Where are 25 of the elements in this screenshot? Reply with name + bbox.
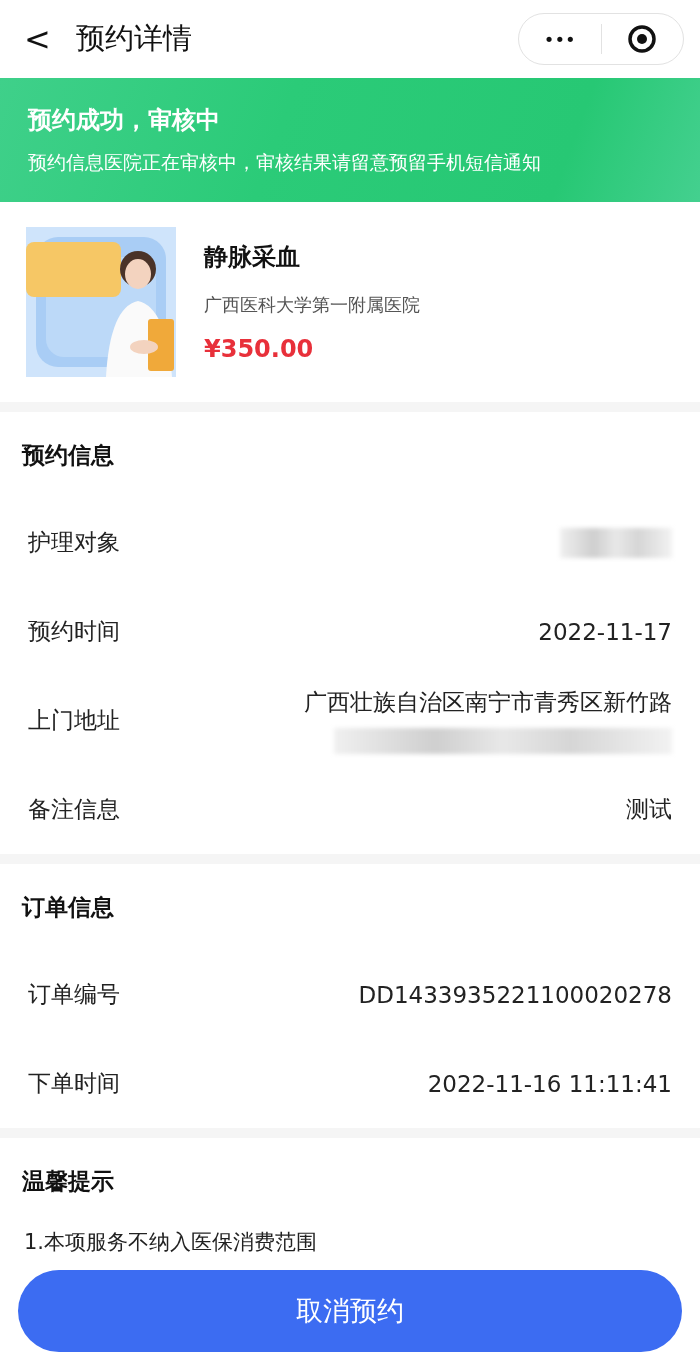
field-label: 护理对象: [28, 528, 120, 557]
field-value: 2022-11-16 11:11:41: [427, 1070, 672, 1097]
hospital-name: 广西医科大学第一附属医院: [204, 293, 420, 317]
field-label: 下单时间: [28, 1069, 120, 1098]
field-value: DD1433935221100020278: [358, 981, 672, 1008]
back-button[interactable]: <: [24, 20, 64, 58]
field-value: 广西壮族自治区南宁市青秀区新竹路: [304, 688, 672, 717]
section-title: 订单信息: [22, 892, 115, 922]
price: ¥350.00: [204, 335, 315, 363]
service-name: 静脉采血: [204, 242, 301, 273]
field-label: 预约时间: [28, 617, 120, 646]
status-title: 预约成功，审核中: [28, 105, 221, 136]
field-label: 订单编号: [28, 980, 120, 1009]
field-label: 上门地址: [28, 706, 120, 735]
field-value: 2022-11-17: [538, 618, 672, 645]
status-message: 预约信息医院正在审核中，审核结果请留意预留手机短信通知: [28, 150, 542, 175]
section-title: 预约信息: [22, 440, 115, 470]
field-value: 测试: [626, 795, 672, 824]
field-label: 备注信息: [28, 795, 120, 824]
tip-text: 1.本项服务不纳入医保消费范围: [23, 1229, 319, 1256]
target-icon: [627, 24, 658, 54]
cancel-button[interactable]: 取消预约: [18, 1270, 682, 1352]
page-title: 预约详情: [76, 20, 193, 57]
more-button[interactable]: •••: [519, 14, 601, 64]
section-title: 温馨提示: [22, 1166, 115, 1196]
